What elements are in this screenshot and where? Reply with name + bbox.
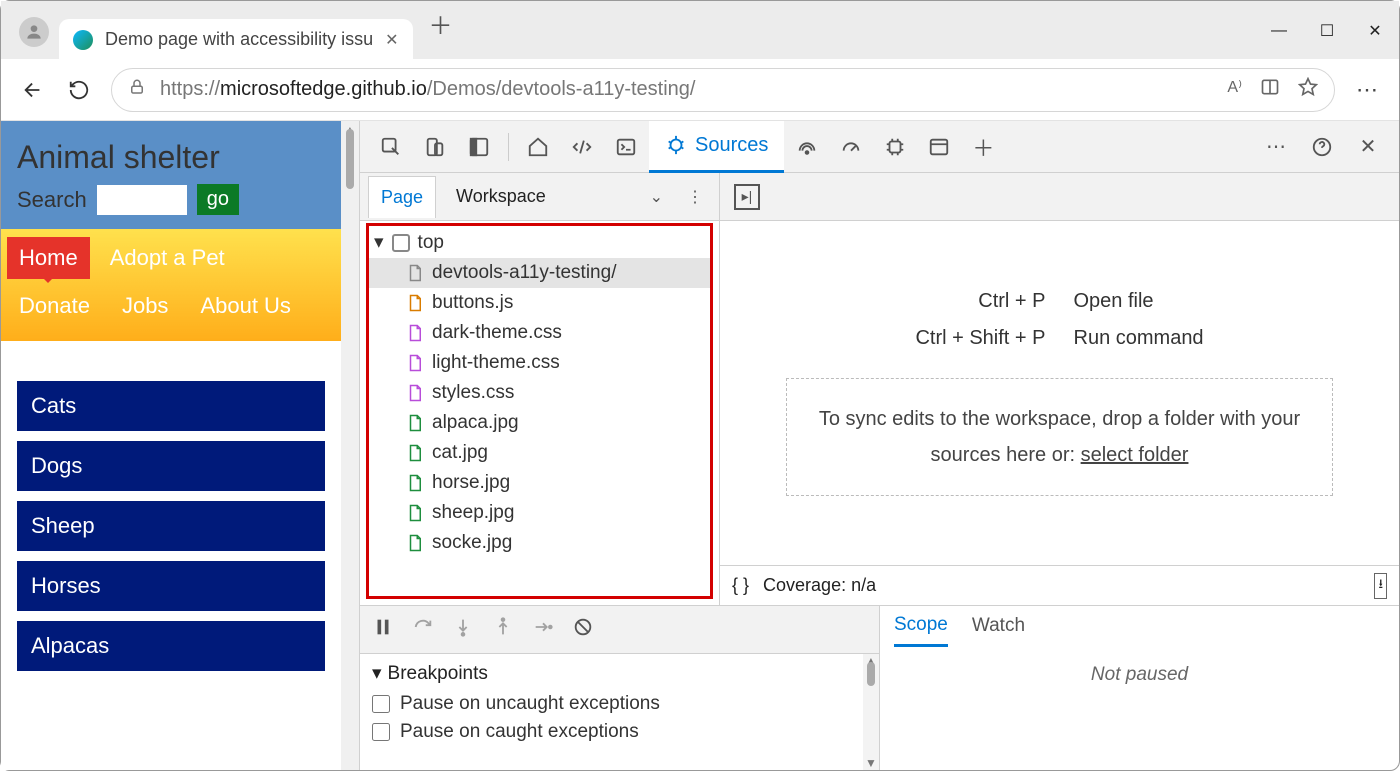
pause-uncaught-checkbox[interactable]: Pause on uncaught exceptions	[372, 693, 867, 715]
page-tab[interactable]: Page	[368, 176, 436, 218]
breakpoints-scrollbar[interactable]: ▲▼	[863, 654, 879, 770]
shortcuts: Ctrl + P Open file Ctrl + Shift + P Run …	[915, 290, 1203, 350]
breakpoints-section: ▾Breakpoints Pause on uncaught exception…	[360, 654, 879, 770]
animal-list: Cats Dogs Sheep Horses Alpacas	[1, 341, 341, 687]
site-nav: Home Adopt a Pet Donate Jobs About Us	[1, 229, 341, 341]
workspace-tab[interactable]: Workspace	[444, 176, 558, 217]
editor-pane: ▸| Ctrl + P Open file Ctrl + Shift + P R…	[720, 173, 1399, 605]
close-tab-icon[interactable]: ✕	[385, 30, 398, 50]
url-text: https://microsoftedge.github.io/Demos/de…	[160, 78, 695, 101]
nav-donate[interactable]: Donate	[7, 285, 102, 327]
nav-jobs[interactable]: Jobs	[110, 285, 180, 327]
hide-navigator-button[interactable]: ▸|	[734, 184, 760, 210]
editor-status-bar: { } Coverage: n/a ⭳	[720, 565, 1399, 605]
window-controls: — ☐ ✕	[1255, 11, 1399, 51]
file-tree: ▾topdevtools-a11y-testing/buttons.jsdark…	[360, 221, 719, 605]
elements-tab-icon[interactable]	[561, 126, 603, 168]
pause-button[interactable]	[372, 616, 394, 643]
maximize-button[interactable]: ☐	[1303, 11, 1351, 51]
content-area: Animal shelter Search go Home Adopt a Pe…	[1, 121, 1399, 770]
step-out-button[interactable]	[492, 616, 514, 643]
new-tab-button[interactable]: ＋	[423, 0, 459, 47]
editor-toolbar: ▸|	[720, 173, 1399, 221]
scope-panel: Scope Watch Not paused	[880, 606, 1399, 770]
back-button[interactable]	[13, 70, 53, 110]
tab-title: Demo page with accessibility issu	[105, 29, 373, 50]
list-item[interactable]: Horses	[17, 561, 325, 611]
go-button[interactable]: go	[197, 184, 239, 215]
download-icon[interactable]: ⭳	[1374, 573, 1387, 599]
sources-navigator: Page Workspace ⌄ ⋮ ▾topdevtools-a11y-tes…	[360, 173, 720, 605]
help-icon[interactable]	[1301, 126, 1343, 168]
list-item[interactable]: Sheep	[17, 501, 325, 551]
step-button[interactable]	[532, 616, 554, 643]
scroll-thumb[interactable]	[346, 129, 354, 189]
nav-about[interactable]: About Us	[188, 285, 303, 327]
console-tab-icon[interactable]	[605, 126, 647, 168]
sources-tab[interactable]: Sources	[649, 121, 784, 173]
list-item[interactable]: Cats	[17, 381, 325, 431]
scope-tab[interactable]: Scope	[894, 614, 948, 647]
url-field[interactable]: https://microsoftedge.github.io/Demos/de…	[111, 68, 1335, 112]
select-folder-link[interactable]: select folder	[1081, 444, 1189, 466]
application-tab-icon[interactable]	[918, 126, 960, 168]
hero: Animal shelter Search go	[1, 121, 341, 229]
navigator-dropdown-icon[interactable]: ⌄	[642, 179, 671, 215]
step-over-button[interactable]	[412, 616, 434, 643]
page-title: Animal shelter	[17, 139, 325, 176]
highlight-box	[366, 223, 713, 599]
step-into-button[interactable]	[452, 616, 474, 643]
performance-tab-icon[interactable]	[830, 126, 872, 168]
site-scrollbar[interactable]: ▲	[341, 121, 359, 770]
search-label: Search	[17, 187, 87, 213]
refresh-button[interactable]	[59, 70, 99, 110]
read-aloud-icon[interactable]: A⁾	[1227, 77, 1242, 102]
nav-adopt[interactable]: Adopt a Pet	[98, 237, 237, 279]
bug-icon	[665, 134, 687, 156]
lock-icon	[128, 78, 146, 101]
navigator-tabs: Page Workspace ⌄ ⋮	[360, 173, 719, 221]
close-window-button[interactable]: ✕	[1351, 11, 1399, 51]
not-paused-label: Not paused	[1091, 664, 1188, 686]
navigator-more-icon[interactable]: ⋮	[679, 179, 711, 215]
browser-tab[interactable]: Demo page with accessibility issu ✕	[59, 19, 413, 60]
pause-caught-checkbox[interactable]: Pause on caught exceptions	[372, 721, 867, 743]
favorite-icon[interactable]	[1298, 77, 1318, 102]
minimize-button[interactable]: —	[1255, 11, 1303, 51]
memory-tab-icon[interactable]	[874, 126, 916, 168]
debugger-controls	[360, 606, 879, 654]
profile-avatar[interactable]	[19, 17, 49, 47]
devtools: Sources ＋ ⋯ ✕ Page Workspace ⌄ ⋮	[359, 121, 1399, 770]
more-menu-button[interactable]: ⋯	[1347, 70, 1387, 110]
workspace-dropzone[interactable]: To sync edits to the workspace, drop a f…	[786, 378, 1333, 496]
window-titlebar: Demo page with accessibility issu ✕ ＋ — …	[1, 1, 1399, 59]
list-item[interactable]: Dogs	[17, 441, 325, 491]
network-tab-icon[interactable]	[786, 126, 828, 168]
pretty-print-icon[interactable]: { }	[732, 575, 749, 596]
list-item[interactable]: Alpacas	[17, 621, 325, 671]
nav-home[interactable]: Home	[7, 237, 90, 279]
devtools-more-button[interactable]: ⋯	[1255, 126, 1297, 168]
devtools-toolbar: Sources ＋ ⋯ ✕	[360, 121, 1399, 173]
reader-icon[interactable]	[1260, 77, 1280, 102]
dock-icon[interactable]	[458, 126, 500, 168]
deactivate-breakpoints-button[interactable]	[572, 616, 594, 643]
device-icon[interactable]	[414, 126, 456, 168]
more-tabs-button[interactable]: ＋	[962, 126, 1004, 168]
webpage-pane: Animal shelter Search go Home Adopt a Pe…	[1, 121, 341, 770]
watch-tab[interactable]: Watch	[972, 615, 1025, 645]
address-bar: https://microsoftedge.github.io/Demos/de…	[1, 59, 1399, 121]
inspect-icon[interactable]	[370, 126, 412, 168]
coverage-status: Coverage: n/a	[763, 575, 876, 596]
search-input[interactable]	[97, 185, 187, 215]
edge-icon	[73, 30, 93, 50]
debugger-pane: ▾Breakpoints Pause on uncaught exception…	[360, 605, 1399, 770]
close-devtools-button[interactable]: ✕	[1347, 126, 1389, 168]
chevron-down-icon[interactable]: ▾	[372, 662, 382, 685]
welcome-tab-icon[interactable]	[517, 126, 559, 168]
